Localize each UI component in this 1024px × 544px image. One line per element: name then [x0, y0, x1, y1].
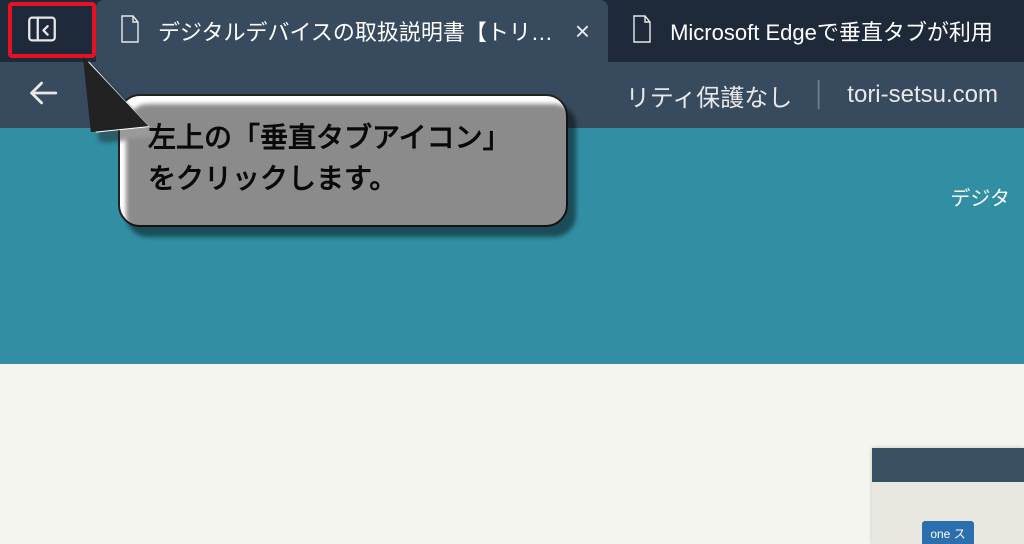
sidebar-thumbnail[interactable]: one ス: [872, 448, 1024, 544]
back-arrow-icon: [26, 97, 60, 114]
vertical-tabs-icon: [25, 12, 59, 51]
close-icon[interactable]: ×: [575, 18, 590, 44]
tab-inactive[interactable]: Microsoft Edgeで垂直タブが利用: [608, 0, 1011, 62]
thumbnail-badge: one ス: [922, 521, 973, 544]
tab-title: Microsoft Edgeで垂直タブが利用: [670, 15, 993, 47]
instruction-callout: 左上の「垂直タブアイコン」をクリックします。 左上の「垂直タブアイコン」 をクリ…: [118, 94, 568, 227]
back-button[interactable]: [26, 76, 60, 115]
file-icon: [118, 14, 142, 49]
thumbnail-header: [872, 448, 1024, 482]
callout-shadow: 左上の「垂直タブアイコン」をクリックします。: [126, 104, 576, 237]
tab-strip: デジタルデバイスの取扱説明書【トリ… × Microsoft Edgeで垂直タブ…: [0, 0, 1024, 62]
callout-tail: [88, 55, 149, 132]
file-icon: [630, 14, 654, 49]
domain-text: tori-setsu.com: [847, 81, 998, 109]
tab-title: デジタルデバイスの取扱説明書【トリ…: [158, 15, 553, 47]
security-label: リティ保護なし: [626, 78, 793, 113]
separator: │: [812, 81, 827, 109]
vertical-tabs-button[interactable]: [8, 8, 76, 54]
hero-label: デジタ: [950, 182, 1010, 211]
tab-active[interactable]: デジタルデバイスの取扱説明書【トリ… ×: [96, 0, 608, 62]
page-content: one ス: [0, 364, 1024, 544]
thumbnail-body: one ス: [872, 482, 1024, 544]
address-bar[interactable]: リティ保護なし │ tori-setsu.com: [626, 78, 998, 113]
